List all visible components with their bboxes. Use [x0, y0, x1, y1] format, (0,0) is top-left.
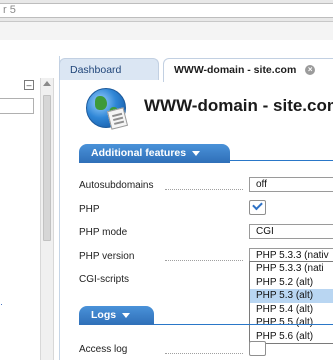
left-scrollbar[interactable]	[40, 78, 54, 360]
document-icon	[106, 107, 129, 130]
section-title: Additional features	[91, 147, 187, 159]
globe-land	[95, 96, 107, 110]
dropdown-option[interactable]: PHP 5.3.3 (nati	[250, 262, 333, 276]
logs-toggle[interactable]: Logs	[79, 306, 154, 325]
tab-www-domain[interactable]: WWW-domain - site.com ×	[163, 58, 333, 82]
tab-www-domain-label: WWW-domain - site.com	[174, 64, 297, 76]
autosubdomains-label: Autosubdomains	[79, 180, 154, 191]
dropdown-option-selected[interactable]: PHP 5.3 (alt)	[250, 289, 333, 303]
leader-dots	[165, 260, 243, 261]
tree-item-marker[interactable]: ·	[0, 300, 5, 309]
page-title: WWW-domain - site.com	[144, 96, 333, 115]
top-bar: r 5	[0, 0, 333, 22]
leader-dots	[165, 189, 243, 190]
collapse-button[interactable]: –	[24, 80, 34, 90]
tab-dashboard-label: Dashboard	[70, 64, 122, 76]
php-version-label: PHP version	[79, 251, 135, 262]
access-log-checkbox[interactable]	[249, 341, 266, 356]
dropdown-option[interactable]: PHP 5.5 (alt)	[250, 316, 333, 330]
scroll-thumb[interactable]	[43, 95, 51, 241]
scroll-up-arrow-icon[interactable]	[43, 81, 51, 86]
dropdown-option[interactable]: PHP 5.2 (alt)	[250, 276, 333, 290]
toolbar-band	[0, 22, 333, 40]
chevron-down-icon	[192, 150, 201, 156]
section-title: Logs	[91, 309, 117, 321]
checkmark-icon	[252, 199, 263, 211]
search-input[interactable]: r 5	[0, 3, 333, 18]
globe-icon	[86, 88, 129, 130]
php-mode-label: PHP mode	[79, 227, 128, 238]
autosubdomains-select[interactable]: off	[249, 177, 333, 192]
tab-dashboard[interactable]: Dashboard	[59, 58, 159, 80]
leader-dots	[165, 353, 243, 354]
php-checkbox[interactable]	[249, 199, 266, 215]
access-log-label: Access log	[79, 344, 128, 355]
cgi-scripts-label: CGI-scripts	[79, 274, 129, 285]
php-mode-select[interactable]: CGI	[249, 224, 333, 239]
php-version-dropdown[interactable]: PHP 5.3.3 (nati PHP 5.2 (alt) PHP 5.3 (a…	[249, 261, 333, 344]
close-icon[interactable]: ×	[305, 65, 316, 76]
filter-input[interactable]	[0, 98, 34, 114]
additional-features-toggle[interactable]: Additional features	[79, 144, 230, 163]
chevron-down-icon	[122, 312, 131, 318]
dropdown-option[interactable]: PHP 5.4 (alt)	[250, 303, 333, 317]
php-label: PHP	[79, 204, 100, 215]
